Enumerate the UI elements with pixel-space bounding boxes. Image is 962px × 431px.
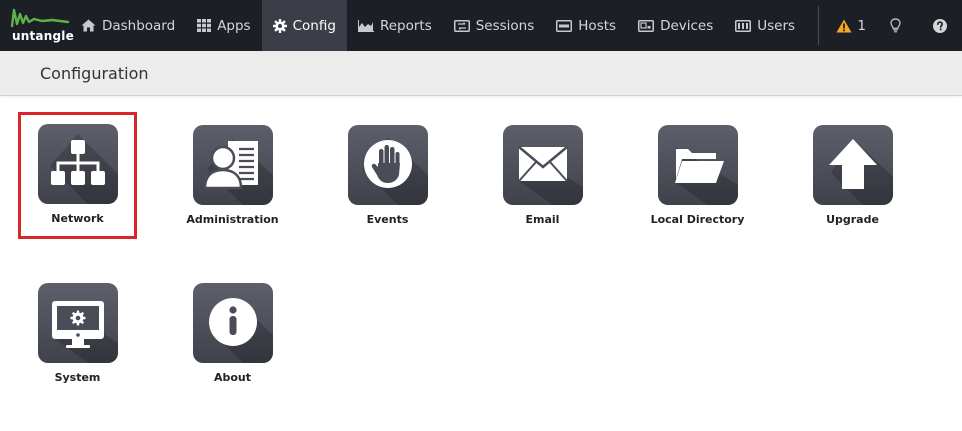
nav-dashboard-label: Dashboard — [101, 17, 176, 34]
config-tile-local-directory[interactable]: Local Directory — [620, 111, 775, 231]
config-tile-administration[interactable]: Administration — [155, 111, 310, 231]
help-icon — [932, 18, 947, 33]
nav-reports[interactable]: Reports — [347, 0, 443, 51]
folder-icon — [674, 147, 738, 205]
gear-icon — [272, 18, 287, 33]
users-icon — [735, 19, 752, 32]
nav-reports-label: Reports — [379, 17, 432, 34]
nav-hosts-label: Hosts — [578, 17, 617, 34]
top-navigation-bar: untangle Dashboard Apps Config Reports S… — [0, 0, 962, 51]
system-monitor-icon — [51, 301, 118, 363]
help-button[interactable] — [918, 0, 962, 51]
administration-tile-icon-box — [192, 125, 273, 205]
tips-button[interactable] — [873, 0, 917, 51]
hosts-icon — [556, 19, 573, 32]
config-tile-events[interactable]: Events — [310, 111, 465, 231]
network-icon — [49, 134, 118, 204]
config-tile-network[interactable]: Network — [18, 112, 137, 239]
sessions-icon — [453, 19, 470, 32]
tile-label-local-directory: Local Directory — [650, 213, 745, 226]
local-directory-tile-icon-box — [657, 125, 738, 205]
nav-divider — [818, 6, 819, 45]
page-header: Configuration — [0, 51, 962, 96]
info-icon — [208, 297, 273, 363]
email-envelope-icon — [517, 146, 583, 205]
nav-devices[interactable]: Devices — [627, 0, 724, 51]
network-tile-icon-box — [37, 124, 118, 204]
area-chart-icon — [357, 19, 374, 32]
about-tile-icon-box — [192, 283, 273, 363]
nav-users[interactable]: Users — [724, 0, 806, 51]
email-tile-icon-box — [502, 125, 583, 205]
nav-apps-label: Apps — [217, 17, 251, 34]
alerts-button[interactable]: 1 — [829, 0, 873, 51]
tile-label-system: System — [54, 371, 101, 384]
nav-apps[interactable]: Apps — [186, 0, 261, 51]
tile-label-upgrade: Upgrade — [826, 213, 879, 226]
config-tile-upgrade[interactable]: Upgrade — [775, 111, 930, 231]
grid-icon — [197, 19, 212, 32]
nav-users-label: Users — [757, 17, 796, 34]
system-tile-icon-box — [37, 283, 118, 363]
config-tile-email[interactable]: Email — [465, 111, 620, 231]
nav-sessions-label: Sessions — [475, 17, 535, 34]
page-title: Configuration — [40, 64, 149, 83]
config-tile-system[interactable]: System — [0, 269, 155, 389]
main-nav: Dashboard Apps Config Reports Sessions H… — [70, 0, 806, 51]
events-hand-icon — [361, 137, 428, 205]
lightbulb-icon — [890, 18, 901, 33]
nav-devices-label: Devices — [660, 17, 714, 34]
tile-label-administration: Administration — [186, 213, 279, 226]
nav-config[interactable]: Config — [261, 0, 347, 51]
logo-wave-icon — [10, 8, 70, 28]
alerts-count: 1 — [857, 17, 866, 34]
devices-icon — [638, 19, 655, 32]
nav-config-label: Config — [292, 17, 336, 34]
upgrade-tile-icon-box — [812, 125, 893, 205]
home-icon — [81, 19, 96, 32]
upgrade-arrow-icon — [828, 139, 893, 205]
untangle-logo[interactable]: untangle — [0, 0, 74, 51]
warning-icon — [836, 19, 852, 32]
events-tile-icon-box — [347, 125, 428, 205]
nav-sessions[interactable]: Sessions — [443, 0, 546, 51]
tile-label-events: Events — [366, 213, 409, 226]
tile-label-about: About — [213, 371, 252, 384]
nav-dashboard[interactable]: Dashboard — [70, 0, 186, 51]
nav-hosts[interactable]: Hosts — [545, 0, 627, 51]
tile-label-email: Email — [525, 213, 560, 226]
config-tile-about[interactable]: About — [155, 269, 310, 389]
administration-icon — [203, 139, 273, 205]
logo-text: untangle — [12, 29, 74, 43]
tile-label-network: Network — [51, 212, 104, 225]
